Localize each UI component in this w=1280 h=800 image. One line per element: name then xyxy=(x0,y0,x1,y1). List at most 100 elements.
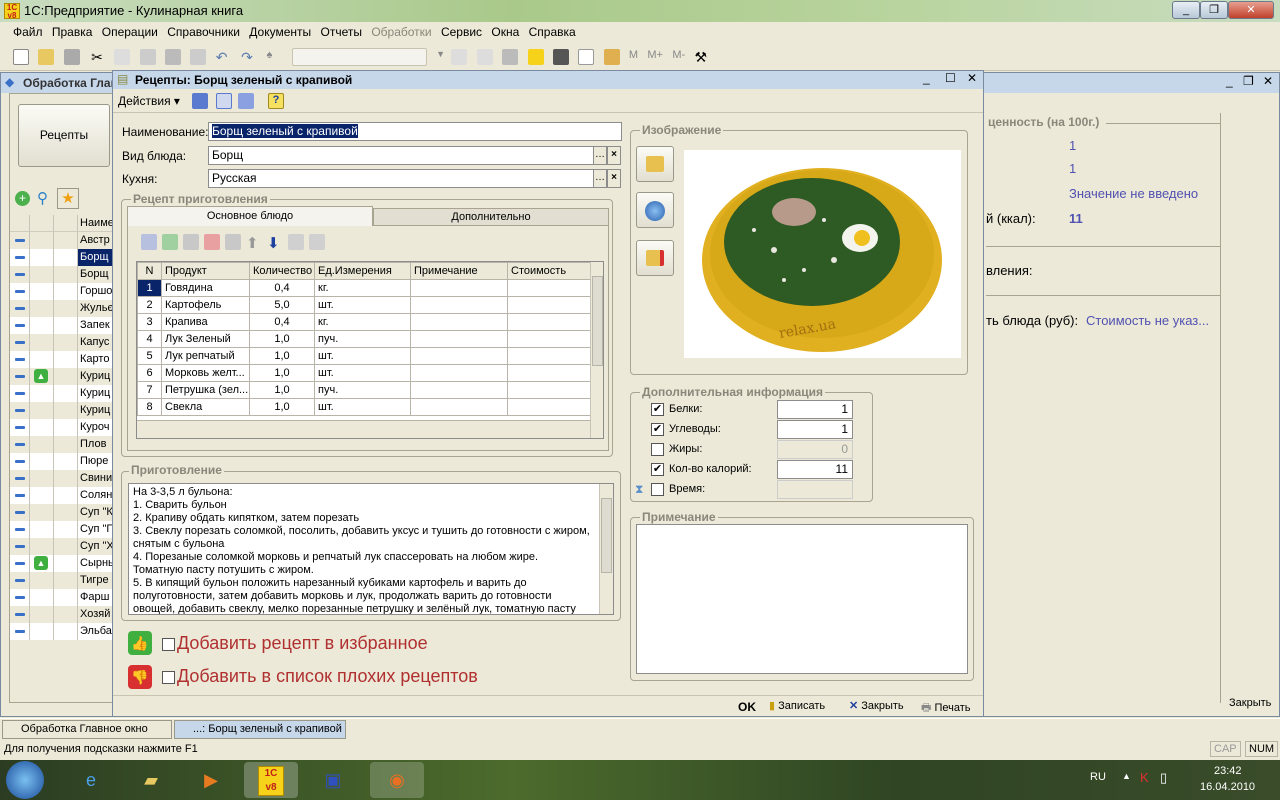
calendar-icon[interactable] xyxy=(578,49,595,65)
copy-icon[interactable] xyxy=(114,49,131,65)
dialog-maximize-button[interactable]: ☐ xyxy=(945,71,956,85)
table-row[interactable]: 8 Свекла 1,0 шт. xyxy=(137,398,591,416)
bg-close-link[interactable]: Закрыть xyxy=(1229,697,1271,709)
cuisine-select-button[interactable]: … xyxy=(593,169,607,188)
add-row-icon[interactable] xyxy=(141,234,157,250)
move-left-icon[interactable] xyxy=(192,93,208,109)
minimize-button[interactable]: _ xyxy=(1172,1,1200,19)
menu-windows[interactable]: Окна xyxy=(488,22,522,42)
name-input[interactable]: Борщ зеленый с крапивой xyxy=(208,122,622,141)
list-item[interactable]: Хозяй xyxy=(10,606,114,623)
sort-asc-icon[interactable] xyxy=(288,234,304,250)
table-row[interactable]: 3 Крапива 0,4 кг. xyxy=(137,313,591,331)
bg-restore-button[interactable]: ❐ xyxy=(1243,74,1254,88)
media-player-icon[interactable]: ▶ xyxy=(184,762,238,798)
find-icon[interactable]: ♠ xyxy=(266,49,282,65)
close-button[interactable]: ✕ Закрыть xyxy=(849,699,904,712)
table-row[interactable]: 5 Лук репчатый 1,0 шт. xyxy=(137,347,591,365)
find-prev-icon[interactable] xyxy=(451,49,468,65)
sort-desc-icon[interactable] xyxy=(309,234,325,250)
list-item[interactable]: Жульє xyxy=(10,300,114,317)
list-item[interactable]: Плов xyxy=(10,436,114,453)
move-up-icon[interactable]: ⬆ xyxy=(246,234,262,252)
cuisine-clear-button[interactable]: × xyxy=(607,169,621,188)
cut-icon[interactable]: ✂ xyxy=(89,49,105,65)
list-item[interactable]: Куриц xyxy=(10,402,114,419)
carbs-value[interactable]: 1 xyxy=(1069,161,1076,176)
network-icon[interactable]: ▯ xyxy=(1160,770,1167,786)
bad-recipe-checkbox[interactable] xyxy=(162,671,175,684)
tools-icon[interactable]: ⚒ xyxy=(695,49,711,65)
go-icon[interactable] xyxy=(238,93,254,109)
clear-image-button[interactable] xyxy=(636,240,674,276)
list-item[interactable]: Карто xyxy=(10,351,114,368)
combo-arrow-icon[interactable]: ▼ xyxy=(436,49,445,65)
list-item[interactable]: Суп "Х xyxy=(10,538,114,555)
load-image-button[interactable] xyxy=(636,146,674,182)
cuisine-input[interactable]: Русская xyxy=(208,169,594,188)
refresh-icon[interactable] xyxy=(216,93,232,109)
dish-type-select-button[interactable]: … xyxy=(593,146,607,165)
dialog-close-button[interactable]: ✕ xyxy=(967,71,977,85)
list-item[interactable]: Пюре xyxy=(10,453,114,470)
window-tab-recipe[interactable]: ...: Борщ зеленый с крапивой xyxy=(174,720,346,739)
language-indicator[interactable]: RU xyxy=(1090,771,1106,783)
cost-value[interactable]: Стоимость не указ... xyxy=(1086,313,1209,328)
menu-processing[interactable]: Обработки xyxy=(368,22,434,42)
clock-date[interactable]: 16.04.2010 xyxy=(1200,781,1255,793)
ok-button[interactable]: OK xyxy=(738,700,756,714)
save-icon[interactable] xyxy=(63,49,80,65)
move-down-icon[interactable]: ⬇ xyxy=(267,234,283,252)
list-item[interactable]: ▲ Куриц xyxy=(10,368,114,385)
calculator-icon[interactable] xyxy=(552,49,569,65)
extra-checkbox[interactable]: ✔ xyxy=(651,403,664,416)
start-button[interactable] xyxy=(6,761,44,799)
memory-plus-button[interactable]: M+ xyxy=(647,49,663,65)
col-note[interactable]: Примечание xyxy=(410,262,508,280)
list-item[interactable]: Суп "Г xyxy=(10,521,114,538)
table-row[interactable]: 6 Морковь желт... 1,0 шт. xyxy=(137,364,591,382)
restore-button[interactable]: ❐ xyxy=(1200,1,1228,19)
copy-row-icon[interactable] xyxy=(162,234,178,250)
dialog-minimize-button[interactable]: _ xyxy=(923,71,930,85)
list-item[interactable]: Запек xyxy=(10,317,114,334)
antivirus-icon[interactable]: K xyxy=(1140,770,1149,785)
tab-additional[interactable]: Дополнительно xyxy=(373,208,609,226)
list-item[interactable]: Куриц xyxy=(10,385,114,402)
col-unit[interactable]: Ед.Измерения xyxy=(314,262,411,280)
menu-reports[interactable]: Отчеты xyxy=(317,22,364,42)
extra-value-input[interactable] xyxy=(777,480,853,499)
fat-value[interactable]: Значение не введено xyxy=(1069,186,1198,201)
extra-value-input[interactable]: 0 xyxy=(777,440,853,459)
list-item[interactable]: Австр xyxy=(10,232,114,249)
favorite-checkbox[interactable] xyxy=(162,638,175,651)
open-icon[interactable] xyxy=(38,49,55,65)
window-tab-main[interactable]: Обработка Главное окно xyxy=(2,720,172,739)
save-button[interactable]: ▮ Записать xyxy=(769,699,825,712)
help-1c-icon[interactable] xyxy=(527,49,544,65)
table-row[interactable]: 1 Говядина 0,4 кг. xyxy=(137,279,591,297)
bad-recipe-label[interactable]: Добавить в список плохих рецептов xyxy=(177,666,478,687)
menu-documents[interactable]: Документы xyxy=(246,22,314,42)
note-textarea[interactable] xyxy=(636,524,968,674)
paste-icon[interactable] xyxy=(139,49,156,65)
list-item[interactable]: Фарш xyxy=(10,589,114,606)
memory-minus-button[interactable]: M- xyxy=(672,49,685,65)
extra-value-input[interactable]: 1 xyxy=(777,420,853,439)
end-edit-icon[interactable] xyxy=(225,234,241,250)
search-combo[interactable] xyxy=(291,48,427,66)
table-scrollbar[interactable] xyxy=(590,262,603,438)
clock-time[interactable]: 23:42 xyxy=(1214,765,1242,777)
menu-file[interactable]: Файл xyxy=(10,22,46,42)
add-icon[interactable]: + xyxy=(15,191,30,206)
list-item[interactable]: Борщ xyxy=(10,249,114,266)
protein-value[interactable]: 1 xyxy=(1069,138,1076,153)
explorer-icon[interactable]: ▰ xyxy=(124,762,178,798)
help-icon[interactable]: ? xyxy=(268,93,284,109)
menu-operations[interactable]: Операции xyxy=(99,22,161,42)
actions-menu[interactable]: Действия ▾ xyxy=(118,94,180,108)
user-lock-icon[interactable] xyxy=(603,49,620,65)
bg-minimize-button[interactable]: _ xyxy=(1226,74,1233,88)
delete-row-icon[interactable] xyxy=(204,234,220,250)
dish-type-input[interactable]: Борщ xyxy=(208,146,594,165)
